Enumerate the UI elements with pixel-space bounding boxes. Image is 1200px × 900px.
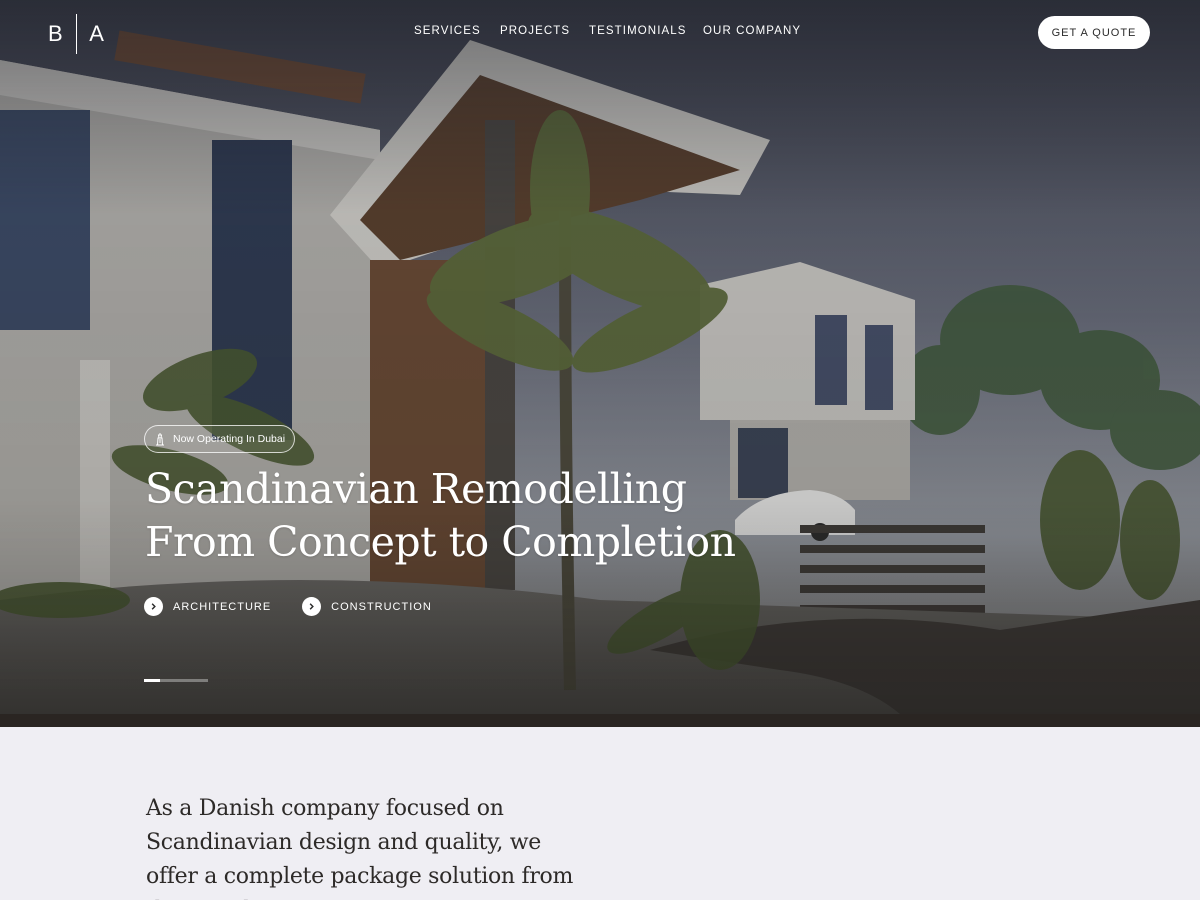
chevron-right-icon — [302, 597, 322, 616]
hero-headline: Scandinavian Remodelling From Concept to… — [145, 463, 736, 569]
slide-progress-bar[interactable] — [144, 679, 208, 682]
logo-divider — [75, 14, 78, 54]
nav-projects[interactable]: PROJECTS — [500, 25, 570, 37]
hero-tags: ARCHITECTURE CONSTRUCTION — [144, 597, 432, 616]
tag-construction[interactable]: CONSTRUCTION — [302, 597, 432, 616]
tower-icon — [156, 433, 164, 446]
logo-letter-left: B — [48, 21, 64, 46]
location-badge: Now Operating In Dubai — [144, 425, 296, 453]
intro-paragraph: As a Danish company focused on Scandinav… — [146, 796, 574, 900]
get-a-quote-button[interactable]: GET A QUOTE — [1038, 16, 1150, 49]
chevron-right-icon — [144, 597, 163, 616]
nav-services[interactable]: SERVICES — [414, 25, 481, 37]
brand-logo[interactable]: B A — [48, 14, 105, 54]
badge-text: Now Operating In Dubai — [173, 433, 286, 445]
headline-line-1: Scandinavian Remodelling — [145, 465, 687, 513]
nav-testimonials[interactable]: TESTIMONIALS — [589, 25, 687, 37]
tag-label: CONSTRUCTION — [331, 600, 432, 613]
slide-progress-fill — [144, 679, 160, 682]
nav-our-company[interactable]: OUR COMPANY — [703, 25, 801, 37]
tag-architecture[interactable]: ARCHITECTURE — [144, 597, 271, 616]
headline-line-2: From Concept to Completion — [145, 518, 736, 566]
tag-label: ARCHITECTURE — [173, 600, 272, 613]
logo-letter-right: A — [89, 21, 105, 46]
hero-bottom-strip — [0, 714, 1200, 727]
